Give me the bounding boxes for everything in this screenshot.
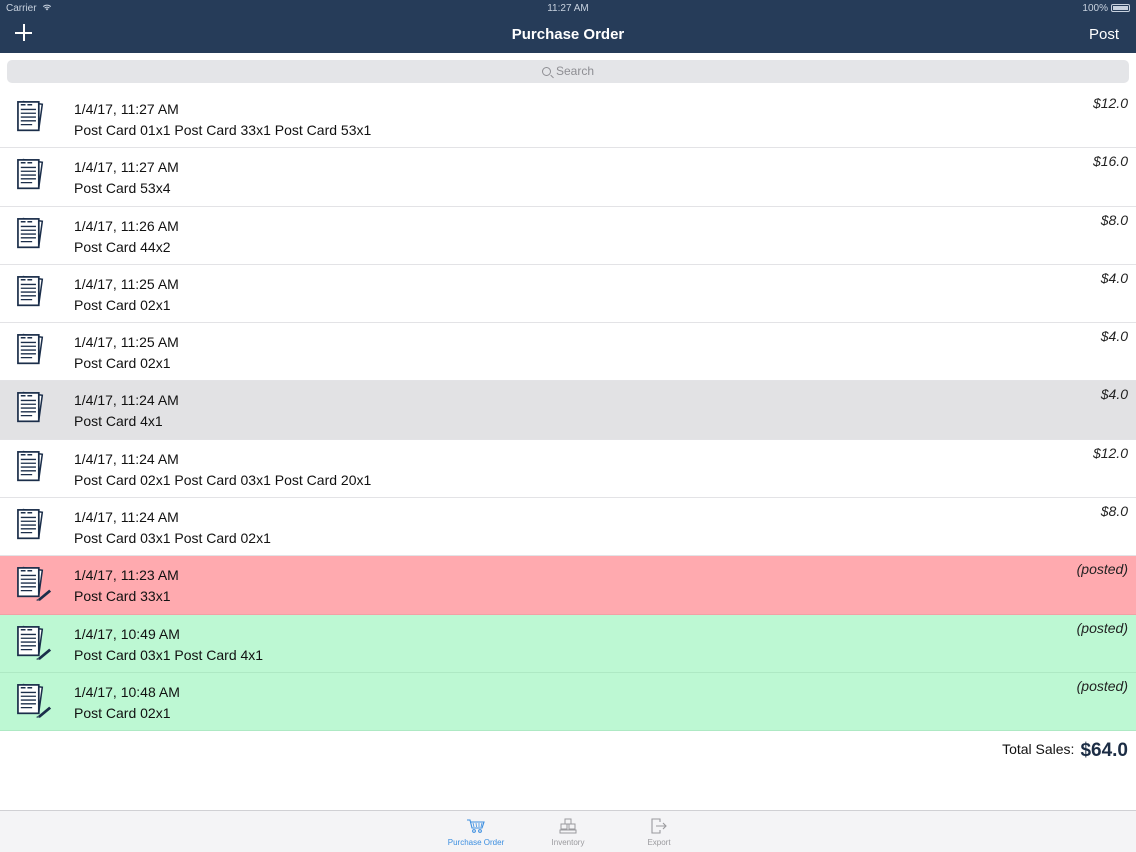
order-items: Post Card 03x1 Post Card 4x1: [74, 646, 264, 663]
navigation-bar: Purchase Order Post: [0, 16, 1136, 53]
document-icon: [17, 159, 44, 190]
order-amount: $4.0: [1100, 386, 1128, 403]
order-row[interactable]: 1/4/17, 11:25 AM Post Card 02x1 $4.0: [0, 264, 1136, 324]
order-amount: $4.0: [1100, 269, 1128, 286]
order-items: Post Card 44x2: [74, 238, 171, 255]
inventory-icon: [559, 818, 577, 834]
order-date: 1/4/17, 11:24 AM: [74, 392, 179, 409]
order-amount: $12.0: [1092, 444, 1128, 461]
order-date: 1/4/17, 11:27 AM: [74, 159, 179, 176]
order-date: 1/4/17, 11:23 AM: [74, 567, 179, 584]
order-row[interactable]: 1/4/17, 11:26 AM Post Card 44x2 $8.0: [0, 206, 1136, 265]
document-icon: [17, 217, 44, 248]
order-date: 1/4/17, 11:24 AM: [74, 509, 179, 526]
order-list: 1/4/17, 11:27 AM Post Card 01x1 Post Card…: [0, 90, 1136, 732]
tab-inventory[interactable]: Inventory: [523, 818, 613, 847]
order-row[interactable]: 1/4/17, 11:23 AM Post Card 33x1 (posted): [0, 556, 1136, 615]
order-row[interactable]: 1/4/17, 10:49 AM Post Card 03x1 Post Card…: [0, 614, 1136, 673]
order-items: Post Card 01x1 Post Card 33x1 Post Card …: [74, 122, 372, 138]
posted-document-icon: [17, 567, 52, 602]
battery-icon: [1111, 4, 1130, 12]
order-date: 1/4/17, 10:49 AM: [74, 625, 180, 642]
document-icon: [17, 392, 44, 423]
order-row[interactable]: 1/4/17, 11:24 AM Post Card 4x1 $4.0: [0, 381, 1136, 440]
battery-percent: 100%: [1082, 3, 1108, 14]
search-input[interactable]: Search: [7, 60, 1129, 83]
posted-document-icon: [17, 625, 52, 660]
tab-label: Purchase Order: [447, 838, 505, 847]
tab-label: Inventory: [551, 838, 585, 847]
order-items: Post Card 02x1: [74, 355, 171, 372]
posted-document-icon: [17, 683, 52, 719]
search-icon: [541, 67, 551, 76]
order-items: Post Card 53x4: [74, 180, 171, 197]
order-date: 1/4/17, 11:25 AM: [74, 275, 179, 292]
order-row[interactable]: 1/4/17, 11:25 AM Post Card 02x1 $4.0: [0, 323, 1136, 382]
document-icon: [17, 100, 44, 132]
tab-purchase-order[interactable]: Purchase Order: [431, 818, 521, 847]
order-amount: $8.0: [1100, 503, 1128, 520]
order-items: Post Card 02x1 Post Card 03x1 Post Card …: [74, 471, 372, 488]
order-row[interactable]: 1/4/17, 11:27 AM Post Card 53x4 $16.0: [0, 148, 1136, 207]
clock: 11:27 AM: [547, 3, 589, 14]
document-icon: [17, 333, 44, 365]
order-amount: $16.0: [1092, 153, 1128, 170]
order-amount: $8.0: [1100, 211, 1128, 228]
order-amount: (posted): [1076, 619, 1128, 636]
document-icon: [17, 508, 44, 540]
cart-icon: [467, 819, 485, 833]
tab-bar: Purchase Order Inventory Export: [0, 810, 1136, 852]
order-items: Post Card 02x1: [74, 296, 171, 313]
order-amount: $12.0: [1092, 95, 1128, 111]
order-date: 1/4/17, 11:25 AM: [74, 334, 179, 351]
total-sales: Total Sales: $64.0: [1002, 740, 1128, 762]
order-row[interactable]: 1/4/17, 11:27 AM Post Card 01x1 Post Card…: [0, 90, 1136, 149]
tab-label: Export: [647, 838, 671, 847]
order-row[interactable]: 1/4/17, 10:48 AM Post Card 02x1 (posted): [0, 672, 1136, 732]
page-title: Purchase Order: [511, 26, 625, 43]
order-amount: $4.0: [1100, 328, 1128, 345]
order-amount: (posted): [1076, 677, 1128, 694]
total-sales-label: Total Sales:: [1002, 741, 1075, 757]
order-amount: (posted): [1076, 561, 1128, 578]
search-container: Search: [0, 53, 1136, 90]
post-button[interactable]: Post: [1089, 26, 1119, 43]
tab-export[interactable]: Export: [614, 818, 704, 847]
order-items: Post Card 4x1: [74, 413, 163, 430]
order-date: 1/4/17, 11:26 AM: [74, 217, 179, 234]
document-icon: [17, 450, 44, 481]
status-bar: Carrier 11:27 AM 100%: [0, 0, 1136, 16]
search-placeholder: Search: [555, 64, 595, 78]
order-row[interactable]: 1/4/17, 11:24 AM Post Card 03x1 Post Card…: [0, 498, 1136, 557]
order-date: 1/4/17, 11:24 AM: [74, 450, 179, 467]
document-icon: [17, 275, 44, 307]
order-items: Post Card 33x1: [74, 588, 171, 605]
order-date: 1/4/17, 11:27 AM: [74, 101, 179, 117]
order-row[interactable]: 1/4/17, 11:24 AM Post Card 02x1 Post Card…: [0, 439, 1136, 499]
order-items: Post Card 02x1: [74, 704, 171, 721]
export-icon: [651, 818, 667, 834]
order-items: Post Card 03x1 Post Card 02x1: [74, 530, 271, 547]
order-date: 1/4/17, 10:48 AM: [74, 683, 180, 700]
total-sales-value: $64.0: [1080, 740, 1128, 761]
